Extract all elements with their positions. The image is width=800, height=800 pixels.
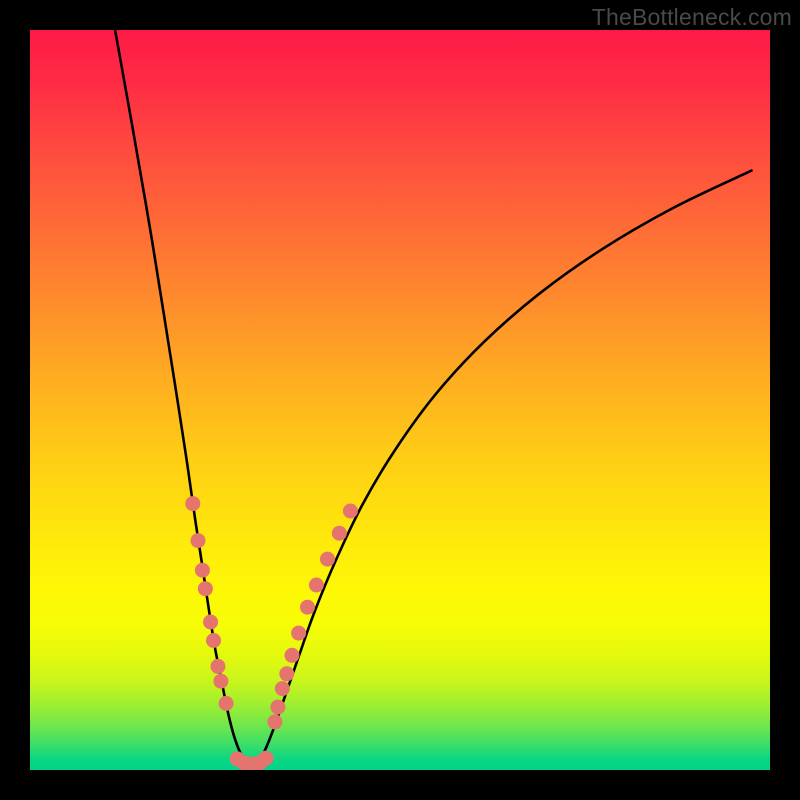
data-dot — [213, 674, 228, 689]
data-dot — [219, 696, 234, 711]
data-dot — [332, 526, 347, 541]
watermark-text: TheBottleneck.com — [592, 4, 792, 31]
dot-layer — [185, 496, 358, 770]
data-dot — [275, 681, 290, 696]
data-dot — [300, 600, 315, 615]
data-dot — [309, 578, 324, 593]
data-dot — [190, 533, 205, 548]
curve-layer — [115, 30, 751, 766]
data-dot — [343, 504, 358, 519]
data-dot — [284, 648, 299, 663]
chart-frame: TheBottleneck.com — [0, 0, 800, 800]
bottleneck-curve-svg — [30, 30, 770, 770]
data-dot — [206, 633, 221, 648]
data-dot — [259, 751, 274, 766]
data-dot — [195, 563, 210, 578]
data-dot — [210, 659, 225, 674]
curve-left-branch — [115, 30, 252, 766]
data-dot — [320, 552, 335, 567]
data-dot — [279, 666, 294, 681]
plot-area — [30, 30, 770, 770]
data-dot — [185, 496, 200, 511]
data-dot — [203, 615, 218, 630]
data-dot — [270, 700, 285, 715]
curve-right-branch — [252, 171, 752, 767]
data-dot — [267, 714, 282, 729]
data-dot — [291, 626, 306, 641]
data-dot — [198, 581, 213, 596]
